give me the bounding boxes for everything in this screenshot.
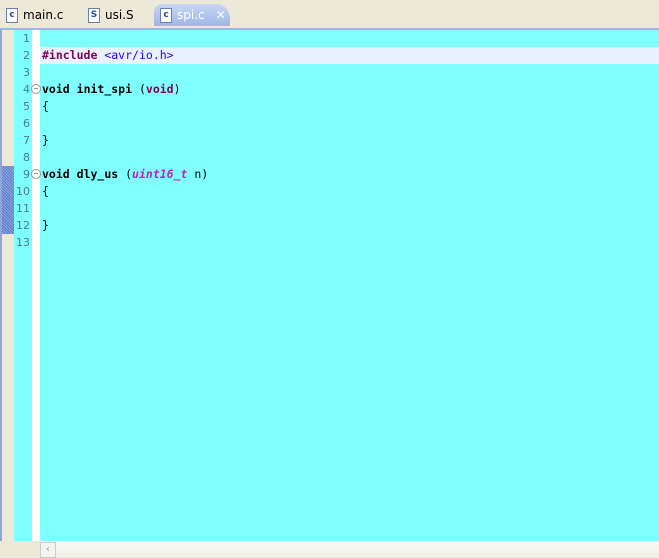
fold-toggle-icon[interactable]: − xyxy=(31,169,41,179)
tab-label: usi.S xyxy=(105,8,134,22)
code-line: 3 xyxy=(23,66,30,79)
tab-label: main.c xyxy=(23,8,64,22)
code-line: 8 xyxy=(23,151,30,164)
tab-usi-s[interactable]: Susi.S xyxy=(82,4,152,26)
fold-toggle-icon[interactable]: − xyxy=(31,84,41,94)
horizontal-scrollbar[interactable]: ‹ xyxy=(40,541,659,558)
code-line: 6 xyxy=(23,117,30,130)
code-line: 9− void dly_us (uint16_t n) xyxy=(23,167,209,181)
code-line: 5{ xyxy=(23,99,49,113)
code-line: 1 xyxy=(23,32,30,45)
tab-main-c[interactable]: c main.c xyxy=(0,4,80,26)
tab-label: spi.c xyxy=(177,8,205,22)
tab-spi-c[interactable]: c spi.c ✕ xyxy=(154,4,230,26)
code-line: 11 xyxy=(16,202,30,215)
code-line: 12} xyxy=(16,218,49,232)
code-line: 10{ xyxy=(16,184,49,198)
code-editor[interactable]: 1 2 #include <avr/io.h> 3 4− void init_spi… xyxy=(0,30,659,541)
c-file-icon: c xyxy=(160,7,172,23)
code-line: 2 #include <avr/io.h> xyxy=(23,48,174,62)
editor-tab-bar: c main.c Susi.S c spi.c ✕ xyxy=(0,0,659,30)
code-line: 13 xyxy=(16,236,30,249)
code-line: 4− void init_spi (void) xyxy=(23,82,181,96)
s-file-icon: S xyxy=(88,7,100,23)
code-line: 7} xyxy=(23,133,49,147)
c-file-icon: c xyxy=(6,7,18,23)
scroll-left-icon[interactable]: ‹ xyxy=(40,542,56,558)
close-tab-icon[interactable]: ✕ xyxy=(216,8,226,22)
